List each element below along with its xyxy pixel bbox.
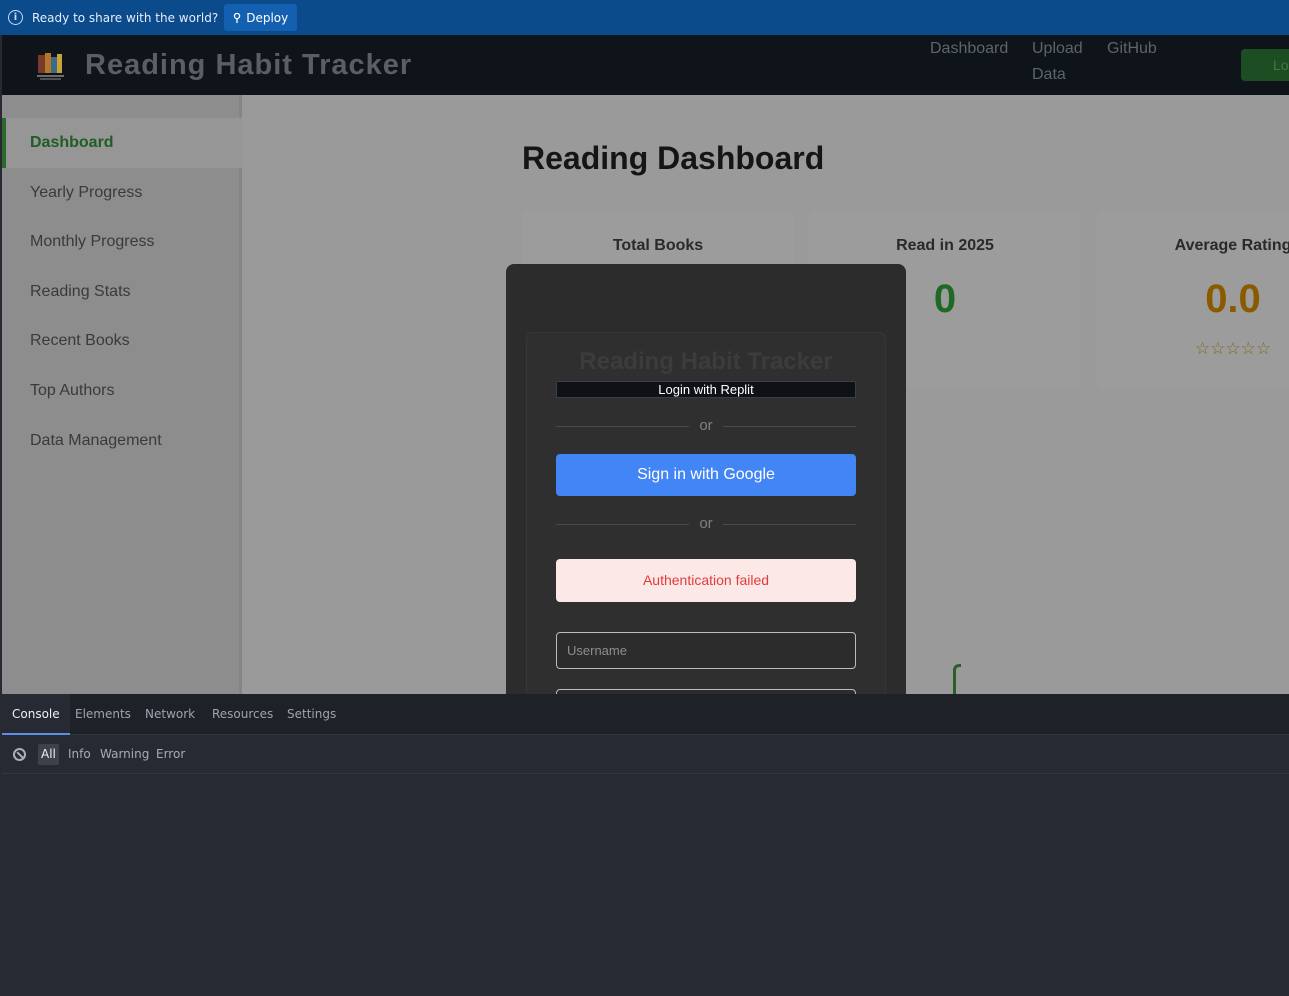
stat-card-average-rating: Average Rating 0.0 ☆☆☆☆☆: [1097, 211, 1289, 389]
sidebar-item-dashboard[interactable]: Dashboard: [2, 118, 242, 168]
stat-label: Total Books: [612, 237, 704, 254]
nav-upload-data[interactable]: Upload Data: [1032, 36, 1083, 88]
stat-label: Average Rating: [1174, 237, 1289, 254]
filter-error[interactable]: Error: [153, 744, 188, 765]
stat-label: Read in 2025: [896, 237, 994, 254]
nav-data-label: Data: [1032, 66, 1066, 83]
app-title: Reading Habit Tracker: [85, 49, 413, 81]
username-input[interactable]: [556, 632, 856, 669]
filter-warning[interactable]: Warning: [97, 744, 152, 765]
sign-in-with-google-button[interactable]: Sign in with Google: [556, 454, 856, 496]
deploy-banner: i Ready to share with the world? Deploy: [0, 0, 1289, 35]
login-button[interactable]: Lo: [1241, 49, 1289, 81]
sidebar-item-recent-books[interactable]: Recent Books: [2, 316, 242, 366]
clear-console-icon[interactable]: [13, 748, 26, 761]
nav-github[interactable]: GitHub: [1107, 36, 1157, 62]
tab-console[interactable]: Console: [2, 694, 70, 735]
chart-line-fragment: [953, 664, 961, 694]
sidebar-item-top-authors[interactable]: Top Authors: [2, 366, 242, 416]
sidebar-item-reading-stats[interactable]: Reading Stats: [2, 267, 242, 317]
or-divider: or: [556, 416, 856, 436]
book-logo-icon[interactable]: [35, 49, 66, 82]
sidebar: Dashboard Yearly Progress Monthly Progre…: [2, 95, 242, 694]
tab-resources[interactable]: Resources: [202, 694, 283, 735]
nav-upload-label: Upload: [1032, 40, 1083, 57]
modal-title: Reading Habit Tracker: [579, 348, 833, 375]
info-icon: i: [8, 10, 23, 25]
login-with-replit-button[interactable]: Login with Replit: [556, 381, 856, 398]
nav-dashboard[interactable]: Dashboard: [930, 36, 1008, 62]
filter-all[interactable]: All: [38, 744, 59, 765]
devtools-panel: Console Elements Network Resources Setti…: [2, 694, 1289, 996]
stat-value: 0.0: [1205, 277, 1261, 321]
sidebar-item-data-management[interactable]: Data Management: [2, 416, 242, 466]
deploy-icon: [233, 12, 241, 23]
deploy-button[interactable]: Deploy: [224, 4, 298, 31]
rating-stars-icon: ☆☆☆☆☆: [1194, 339, 1272, 359]
or-divider: or: [556, 514, 856, 534]
devtools-tabs: Console Elements Network Resources Setti…: [2, 694, 1289, 735]
app-header: Reading Habit Tracker Dashboard Upload D…: [2, 35, 1289, 95]
sidebar-item-monthly-progress[interactable]: Monthly Progress: [2, 217, 242, 267]
login-modal: Reading Habit Tracker Login with Replit …: [506, 264, 906, 694]
page-title: Reading Dashboard: [522, 140, 825, 176]
app-viewport: Reading Habit Tracker Dashboard Upload D…: [2, 35, 1289, 694]
deploy-message: Ready to share with the world?: [32, 10, 219, 25]
or-text: or: [699, 417, 713, 434]
auth-error-message: Authentication failed: [556, 559, 856, 602]
deploy-button-label: Deploy: [246, 10, 289, 25]
console-filters: All Info Warning Error: [2, 735, 1289, 774]
tab-elements[interactable]: Elements: [65, 694, 141, 735]
filter-info[interactable]: Info: [65, 744, 94, 765]
or-text: or: [699, 515, 713, 532]
sidebar-item-yearly-progress[interactable]: Yearly Progress: [2, 168, 242, 218]
tab-network[interactable]: Network: [135, 694, 205, 735]
tab-settings[interactable]: Settings: [277, 694, 346, 735]
